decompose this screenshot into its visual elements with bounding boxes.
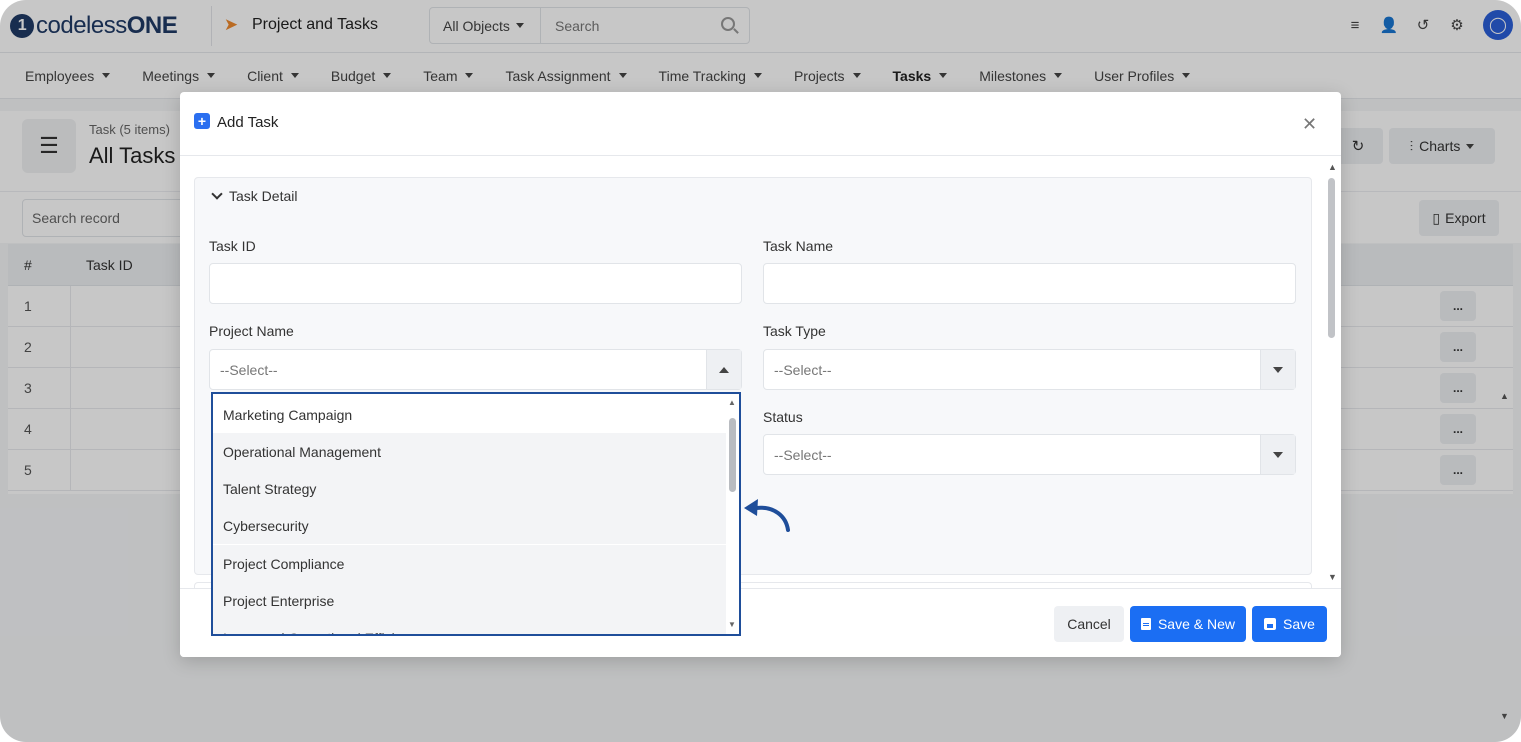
- section-toggle[interactable]: Task Detail: [211, 188, 298, 204]
- project-name-select[interactable]: --Select--: [209, 349, 742, 390]
- task-id-label: Task ID: [209, 238, 256, 254]
- scroll-thumb[interactable]: [729, 418, 736, 492]
- select-toggle[interactable]: [706, 350, 741, 389]
- close-icon[interactable]: ✕: [1302, 114, 1317, 135]
- dropdown-option-highlighted[interactable]: Operational Management: [213, 433, 726, 470]
- scroll-down-icon[interactable]: ▼: [728, 620, 736, 629]
- scroll-down-icon[interactable]: ▼: [1328, 572, 1337, 582]
- cancel-button[interactable]: Cancel: [1054, 606, 1124, 642]
- dropdown-option[interactable]: Cybersecurity: [213, 507, 726, 544]
- annotation-arrow-icon: [744, 499, 790, 532]
- dropdown-option[interactable]: Talent Strategy: [213, 470, 726, 507]
- save-label: Save: [1283, 616, 1315, 632]
- save-and-new-button[interactable]: Save & New: [1130, 606, 1246, 642]
- task-type-select[interactable]: --Select--: [763, 349, 1296, 390]
- scroll-thumb[interactable]: [1328, 178, 1335, 338]
- dropdown-option[interactable]: Project Compliance: [213, 545, 726, 582]
- dropdown-option[interactable]: Project Enterprise: [213, 582, 726, 619]
- task-type-value: --Select--: [774, 361, 832, 378]
- section-title: Task Detail: [229, 188, 298, 204]
- dropdown-scrollbar[interactable]: ▲ ▼: [726, 394, 739, 634]
- caret-down-icon: [1273, 366, 1283, 373]
- task-type-label: Task Type: [763, 323, 826, 339]
- project-name-dropdown: Marketing Campaign Operational Managemen…: [211, 392, 741, 636]
- task-name-label: Task Name: [763, 238, 834, 254]
- scroll-up-icon[interactable]: ▲: [1328, 162, 1337, 172]
- chevron-down-icon: [211, 188, 223, 200]
- scroll-up-icon[interactable]: ▲: [728, 398, 736, 407]
- dropdown-option[interactable]: Increased Operational Efficiency: [213, 619, 726, 634]
- select-toggle[interactable]: [1260, 350, 1295, 389]
- project-name-label: Project Name: [209, 323, 294, 339]
- modal-title: Add Task: [217, 114, 279, 131]
- caret-up-icon: [719, 366, 729, 373]
- caret-down-icon: [1273, 451, 1283, 458]
- status-value: --Select--: [774, 446, 832, 463]
- modal-header: + Add Task ✕: [180, 92, 1341, 156]
- save-and-new-label: Save & New: [1157, 616, 1236, 632]
- task-id-field[interactable]: [209, 263, 742, 304]
- save-button[interactable]: Save: [1252, 606, 1327, 642]
- status-select[interactable]: --Select--: [763, 434, 1296, 475]
- project-name-value: --Select--: [220, 361, 278, 378]
- dropdown-option[interactable]: Marketing Campaign: [213, 396, 726, 433]
- task-name-field[interactable]: [763, 263, 1296, 304]
- file-icon: [1140, 618, 1151, 630]
- plus-icon: +: [194, 113, 210, 129]
- select-toggle[interactable]: [1260, 435, 1295, 474]
- modal-scrollbar[interactable]: ▲ ▼: [1326, 160, 1338, 584]
- app-frame: 1 codeless ONE ➤ Project and Tasks All Ob…: [0, 0, 1521, 742]
- status-label: Status: [763, 409, 803, 425]
- save-icon: [1264, 618, 1277, 630]
